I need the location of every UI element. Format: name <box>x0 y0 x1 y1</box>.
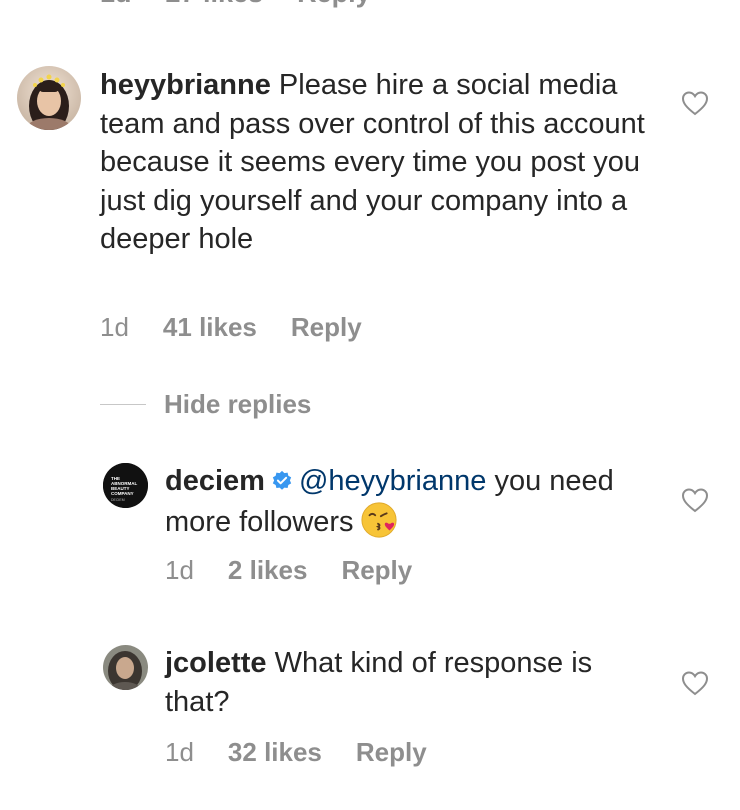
comment-body: jcolette What kind of response is that? <box>165 644 625 721</box>
comment-likes[interactable]: 2 likes <box>228 555 308 585</box>
kissing-face-emoji-icon <box>360 501 397 538</box>
comment-body: heyybrianne Please hire a social media t… <box>100 66 645 259</box>
avatar-deciem-logo: THE ABNORMAL BEAUTY COMPANY DECIEM <box>103 463 148 508</box>
comment-meta: 1d 41 likes Reply <box>100 312 362 343</box>
previous-comment-time: 1d <box>100 0 132 8</box>
comment-body: deciem @heyybrianne you need more follow… <box>165 462 625 541</box>
heart-icon[interactable] <box>681 670 709 696</box>
comment-time: 1d <box>165 737 194 767</box>
comment-username[interactable]: jcolette <box>165 647 267 679</box>
hide-replies-divider <box>100 403 146 405</box>
avatar[interactable] <box>17 66 81 130</box>
svg-text:COMPANY: COMPANY <box>111 491 134 496</box>
comment-username[interactable]: deciem <box>165 465 265 497</box>
reply-button[interactable]: Reply <box>341 555 412 585</box>
heart-icon[interactable] <box>681 90 709 116</box>
heart-icon[interactable] <box>681 487 709 513</box>
comment-meta: 1d 32 likes Reply <box>165 737 427 768</box>
mention-link[interactable]: @heyybrianne <box>299 465 486 497</box>
previous-comment-meta: 1d 27 likes Reply <box>100 0 405 8</box>
comment-username[interactable]: heyybrianne <box>100 69 271 101</box>
comment-time: 1d <box>165 555 194 585</box>
previous-comment-likes[interactable]: 27 likes <box>166 0 264 8</box>
reply-button[interactable]: Reply <box>291 312 362 342</box>
comment-time: 1d <box>100 312 129 342</box>
svg-text:DECIEM: DECIEM <box>111 498 125 502</box>
avatar-jcolette-image <box>103 645 148 690</box>
comment-likes[interactable]: 41 likes <box>163 312 257 342</box>
avatar[interactable]: THE ABNORMAL BEAUTY COMPANY DECIEM <box>103 463 148 508</box>
verified-badge-icon <box>272 470 292 490</box>
avatar-heyybrianne-image <box>17 66 81 130</box>
previous-comment-reply[interactable]: Reply <box>297 0 371 8</box>
comment-meta: 1d 2 likes Reply <box>165 555 412 586</box>
avatar[interactable] <box>103 645 148 690</box>
hide-replies-label: Hide replies <box>164 388 312 419</box>
comment-likes[interactable]: 32 likes <box>228 737 322 767</box>
hide-replies-button[interactable]: Hide replies <box>100 386 311 422</box>
reply-button[interactable]: Reply <box>356 737 427 767</box>
